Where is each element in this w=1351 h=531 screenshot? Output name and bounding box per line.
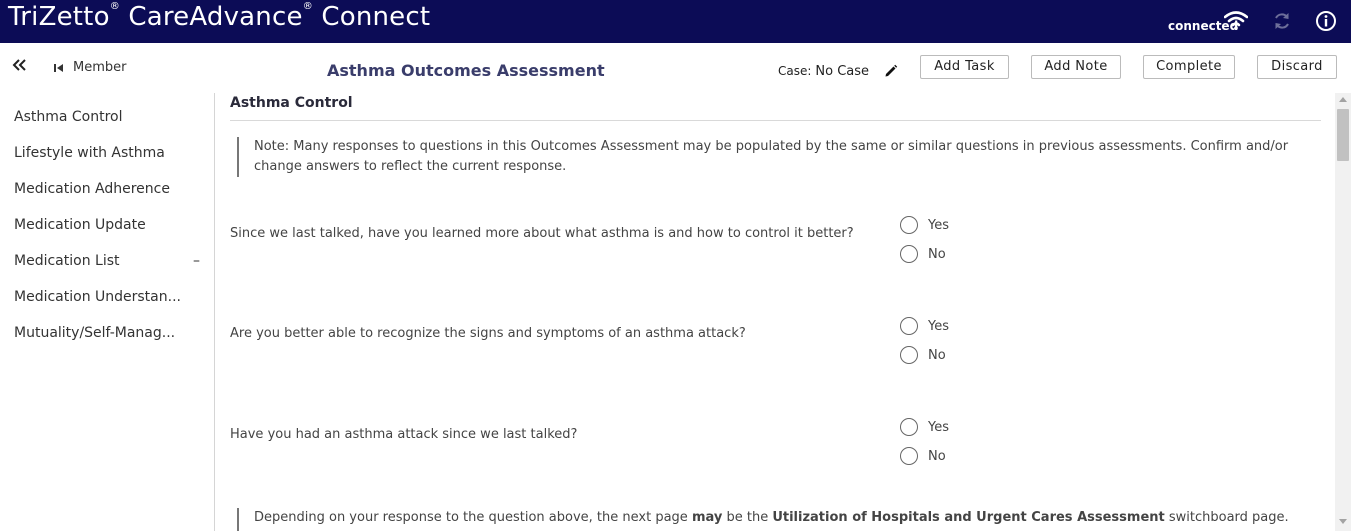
note-text: be the bbox=[722, 510, 773, 525]
wifi-icon bbox=[1224, 11, 1248, 30]
app-header-bar: TriZetto® CareAdvance® Connect connected bbox=[0, 0, 1351, 43]
section-divider bbox=[230, 120, 1321, 121]
member-link[interactable]: Member bbox=[53, 60, 126, 75]
add-note-button[interactable]: Add Note bbox=[1031, 55, 1121, 79]
question-text: Since we last talked, have you learned m… bbox=[230, 226, 854, 241]
radio-label: No bbox=[928, 246, 946, 262]
app-title-part: CareAdvance bbox=[119, 2, 303, 32]
radio-label: Yes bbox=[928, 217, 949, 233]
sidebar-item-medication-understanding[interactable]: Medication Understan... bbox=[14, 289, 204, 305]
vertical-scrollbar[interactable] bbox=[1335, 93, 1351, 531]
sidebar-item-medication-adherence[interactable]: Medication Adherence bbox=[14, 181, 204, 197]
sync-icon[interactable] bbox=[1272, 11, 1292, 31]
radio-label: Yes bbox=[928, 419, 949, 435]
section-title: Asthma Control bbox=[230, 95, 353, 111]
page-title: Asthma Outcomes Assessment bbox=[327, 61, 605, 80]
assessment-content: Asthma Control Note: Many responses to q… bbox=[216, 93, 1335, 531]
case-label: Case: bbox=[778, 64, 812, 78]
radio-option-no[interactable]: No bbox=[900, 346, 946, 364]
radio-option-no[interactable]: No bbox=[900, 447, 946, 465]
radio-button[interactable] bbox=[900, 317, 918, 335]
registered-mark: ® bbox=[109, 1, 120, 13]
radio-label: No bbox=[928, 347, 946, 363]
radio-button[interactable] bbox=[900, 346, 918, 364]
skip-back-icon bbox=[54, 63, 63, 72]
section-sidebar: Asthma Control Lifestyle with Asthma Med… bbox=[0, 93, 215, 531]
info-icon[interactable] bbox=[1315, 10, 1337, 32]
sidebar-item-asthma-control[interactable]: Asthma Control bbox=[14, 109, 204, 125]
sidebar-item-medication-list[interactable]: Medication List bbox=[14, 253, 204, 269]
scrollbar-thumb[interactable] bbox=[1337, 109, 1349, 161]
pencil-icon[interactable] bbox=[883, 63, 899, 79]
radio-button[interactable] bbox=[900, 418, 918, 436]
discard-button[interactable]: Discard bbox=[1257, 55, 1337, 79]
radio-option-yes[interactable]: Yes bbox=[900, 317, 949, 335]
info-note: Note: Many responses to questions in thi… bbox=[237, 137, 1297, 177]
app-title-part: TriZetto bbox=[8, 2, 110, 32]
note-emphasis: may bbox=[691, 510, 723, 525]
sidebar-item-mutuality[interactable]: Mutuality/Self-Manag... bbox=[14, 325, 204, 341]
scroll-down-arrow-icon[interactable] bbox=[1339, 519, 1347, 524]
radio-option-yes[interactable]: Yes bbox=[900, 216, 949, 234]
note-text: Depending on your response to the questi… bbox=[254, 510, 692, 525]
case-selector: Case: No Case bbox=[778, 63, 899, 79]
radio-label: No bbox=[928, 448, 946, 464]
member-label: Member bbox=[73, 60, 127, 75]
radio-option-no[interactable]: No bbox=[900, 245, 946, 263]
sidebar-item-lifestyle[interactable]: Lifestyle with Asthma bbox=[14, 145, 204, 161]
scroll-up-arrow-icon[interactable] bbox=[1339, 97, 1347, 102]
radio-button[interactable] bbox=[900, 245, 918, 263]
collapse-minus-icon[interactable]: – bbox=[193, 253, 200, 269]
case-value: No Case bbox=[815, 63, 870, 79]
registered-mark: ® bbox=[302, 1, 313, 13]
complete-button[interactable]: Complete bbox=[1143, 55, 1235, 79]
app-title-part: Connect bbox=[312, 2, 431, 32]
radio-label: Yes bbox=[928, 318, 949, 334]
routing-note: Depending on your response to the questi… bbox=[237, 508, 1297, 531]
question-text: Are you better able to recognize the sig… bbox=[230, 326, 746, 341]
sidebar-item-medication-update[interactable]: Medication Update bbox=[14, 217, 204, 233]
double-chevron-left-icon[interactable] bbox=[11, 56, 29, 74]
add-task-button[interactable]: Add Task bbox=[920, 55, 1009, 79]
radio-button[interactable] bbox=[900, 447, 918, 465]
radio-option-yes[interactable]: Yes bbox=[900, 418, 949, 436]
note-emphasis: Utilization of Hospitals and Urgent Care… bbox=[772, 510, 1165, 525]
app-title: TriZetto® CareAdvance® Connect bbox=[8, 1, 431, 32]
radio-button[interactable] bbox=[900, 216, 918, 234]
question-text: Have you had an asthma attack since we l… bbox=[230, 427, 578, 442]
